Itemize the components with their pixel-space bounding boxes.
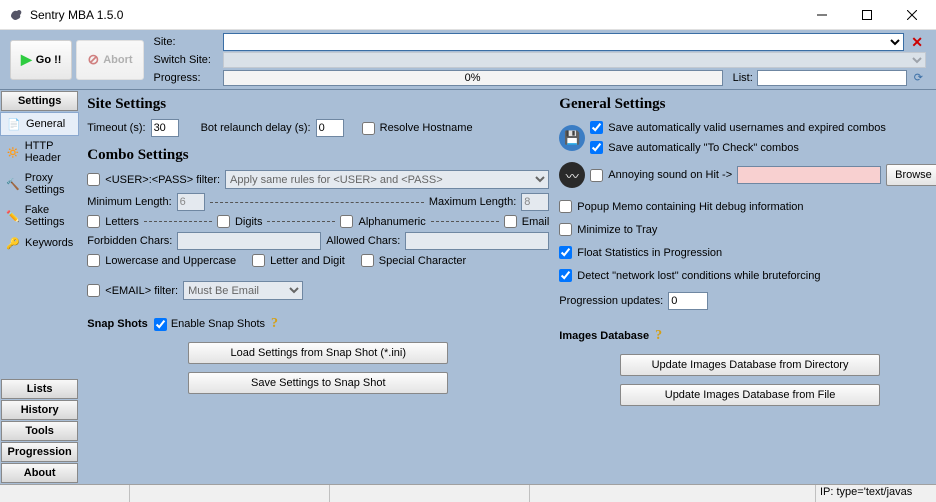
sidebar-item-proxy-settings[interactable]: 🔨 Proxy Settings <box>0 168 79 200</box>
minimize-button[interactable] <box>799 0 844 29</box>
userpass-filter-label: <USER>:<PASS> filter: <box>105 174 220 186</box>
sidebar-header: Settings <box>1 91 78 111</box>
min-length-input[interactable] <box>177 193 205 211</box>
relaunch-input[interactable] <box>316 119 344 137</box>
site-select[interactable] <box>223 33 905 51</box>
special-checkbox[interactable] <box>361 254 374 267</box>
nav-lists[interactable]: Lists <box>1 379 78 399</box>
help-icon[interactable]: ? <box>271 316 278 332</box>
max-length-input[interactable] <box>521 193 549 211</box>
auto-valid-checkbox[interactable] <box>590 121 603 134</box>
timeout-label: Timeout (s): <box>87 122 145 134</box>
resolve-hostname-label: Resolve Hostname <box>380 122 473 134</box>
popup-checkbox[interactable] <box>559 200 572 213</box>
min-length-label: Minimum Length: <box>87 196 171 208</box>
digits-checkbox[interactable] <box>217 215 230 228</box>
sidebar-item-fake-settings[interactable]: ✏️ Fake Settings <box>0 200 79 232</box>
nav-history[interactable]: History <box>1 400 78 420</box>
refresh-icon[interactable]: ⟳ <box>911 71 926 84</box>
switch-site-label: Switch Site: <box>154 54 219 66</box>
site-label: Site: <box>154 36 219 48</box>
help-icon[interactable]: ? <box>655 328 662 344</box>
sound-icon: 〰 <box>559 162 585 188</box>
save-snapshot-button[interactable]: Save Settings to Snap Shot <box>188 372 448 394</box>
sidebar-icon: 🔅 <box>6 145 20 159</box>
enable-snapshots-checkbox[interactable] <box>154 318 167 331</box>
prog-updates-label: Progression updates: <box>559 295 663 307</box>
sidebar-icon: 📄 <box>7 117 21 131</box>
prog-updates-input[interactable] <box>668 292 708 310</box>
window-title: Sentry MBA 1.5.0 <box>30 8 799 22</box>
images-db-title: Images Database ? <box>559 328 936 344</box>
userpass-filter-checkbox[interactable] <box>87 173 100 186</box>
status-ip: IP: type='text/javas <box>816 485 936 502</box>
list-input[interactable] <box>757 70 907 86</box>
email-filter-label: <EMAIL> filter: <box>105 285 178 297</box>
app-icon <box>8 7 24 23</box>
annoying-sound-checkbox[interactable] <box>590 169 603 182</box>
close-button[interactable] <box>889 0 934 29</box>
sidebar-item-keywords[interactable]: 🔑 Keywords <box>0 232 79 254</box>
allowed-label: Allowed Chars: <box>326 235 400 247</box>
sidebar: Settings 📄 General 🔅 HTTP Header 🔨 Proxy Sett… <box>0 90 79 484</box>
detect-network-checkbox[interactable] <box>559 269 572 282</box>
sidebar-item-label: Keywords <box>25 237 73 249</box>
sidebar-icon: 🔨 <box>6 177 20 191</box>
nav-about[interactable]: About <box>1 463 78 483</box>
userpass-filter-select[interactable]: Apply same rules for <USER> and <PASS> <box>225 170 549 189</box>
progress-label: Progress: <box>154 72 219 84</box>
load-snapshot-button[interactable]: Load Settings from Snap Shot (*.ini) <box>188 342 448 364</box>
clear-site-icon[interactable]: ✕ <box>908 34 926 51</box>
sidebar-item-label: Proxy Settings <box>25 172 74 196</box>
minimize-checkbox[interactable] <box>559 223 572 236</box>
list-label: List: <box>727 72 753 84</box>
nav-progression[interactable]: Progression <box>1 442 78 462</box>
snapshots-title: Snap Shots Enable Snap Shots ? <box>87 316 549 332</box>
email-filter-select[interactable]: Must Be Email <box>183 281 303 300</box>
sidebar-item-general[interactable]: 📄 General <box>0 112 79 136</box>
switch-site-select[interactable] <box>223 52 926 68</box>
site-settings-title: Site Settings <box>87 96 549 113</box>
nav-tools[interactable]: Tools <box>1 421 78 441</box>
toolbar: ▶Go !! ⊘Abort Site: ✕ Switch Site: Progr… <box>0 30 936 90</box>
relaunch-label: Bot relaunch delay (s): <box>201 122 311 134</box>
email-checkbox[interactable] <box>504 215 517 228</box>
statusbar: IP: type='text/javas <box>0 484 936 502</box>
sidebar-icon: ✏️ <box>6 209 20 223</box>
letterdigit-checkbox[interactable] <box>252 254 265 267</box>
progress-bar: 0% <box>223 70 723 86</box>
save-icon: 💾 <box>559 125 585 151</box>
forbidden-input[interactable] <box>177 232 321 250</box>
sidebar-item-http-header[interactable]: 🔅 HTTP Header <box>0 136 79 168</box>
annoying-sound-label: Annoying sound on Hit -> <box>608 169 732 181</box>
combo-settings-title: Combo Settings <box>87 147 549 164</box>
update-file-button[interactable]: Update Images Database from File <box>620 384 880 406</box>
allowed-input[interactable] <box>405 232 549 250</box>
titlebar: Sentry MBA 1.5.0 <box>0 0 936 30</box>
sidebar-item-label: General <box>26 118 65 130</box>
letters-checkbox[interactable] <box>87 215 100 228</box>
maximize-button[interactable] <box>844 0 889 29</box>
auto-tocheck-checkbox[interactable] <box>590 141 603 154</box>
max-length-label: Maximum Length: <box>429 196 516 208</box>
abort-button[interactable]: ⊘Abort <box>76 40 143 80</box>
go-button[interactable]: ▶Go !! <box>10 40 72 80</box>
email-filter-checkbox[interactable] <box>87 284 100 297</box>
update-dir-button[interactable]: Update Images Database from Directory <box>620 354 880 376</box>
timeout-input[interactable] <box>151 119 179 137</box>
sidebar-icon: 🔑 <box>6 236 20 250</box>
sound-path-input[interactable] <box>737 166 881 184</box>
resolve-hostname-checkbox[interactable] <box>362 122 375 135</box>
lowup-checkbox[interactable] <box>87 254 100 267</box>
browse-button[interactable]: Browse <box>886 164 936 186</box>
sidebar-item-label: HTTP Header <box>25 140 74 164</box>
alnum-checkbox[interactable] <box>340 215 353 228</box>
floatstats-checkbox[interactable] <box>559 246 572 259</box>
forbidden-label: Forbidden Chars: <box>87 235 172 247</box>
sidebar-item-label: Fake Settings <box>25 204 74 228</box>
general-settings-title: General Settings <box>559 96 936 113</box>
